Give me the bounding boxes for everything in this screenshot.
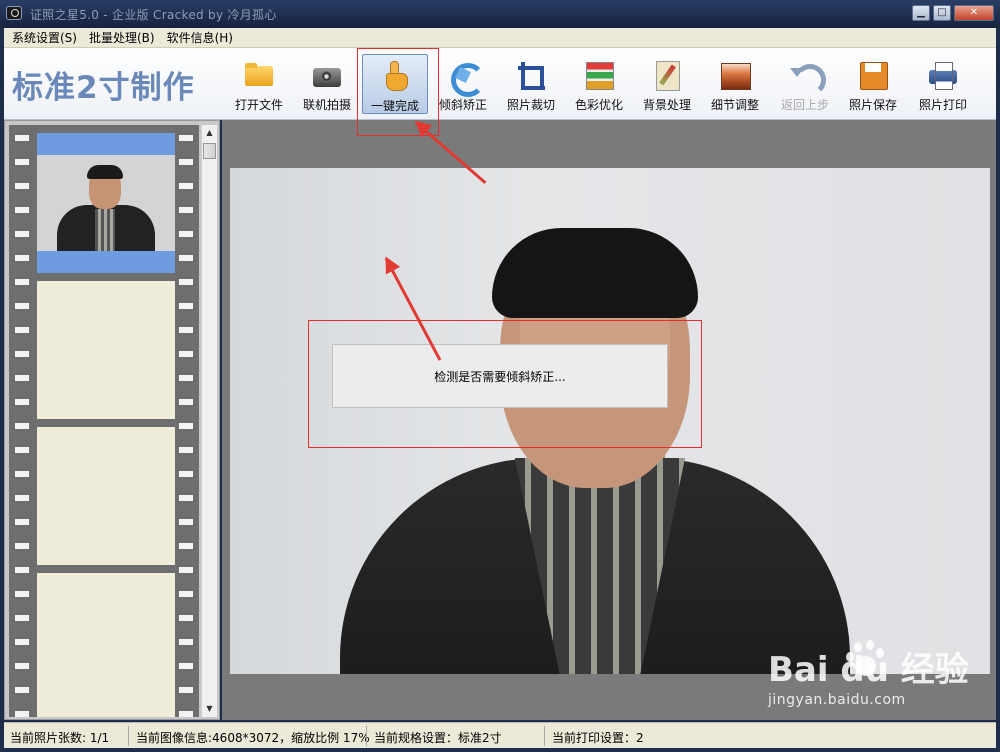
save-photo-button[interactable]: 照片保存	[840, 54, 906, 114]
close-button[interactable]: ✕	[954, 5, 994, 21]
status-divider	[366, 726, 367, 746]
menu-system-settings[interactable]: 系统设置(S)	[12, 29, 77, 46]
photo-thumbnail[interactable]	[37, 155, 175, 251]
photo-hair	[492, 228, 698, 318]
photo-workspace: 检测是否需要倾斜矫正...	[222, 120, 996, 720]
scroll-down-icon[interactable]: ▼	[202, 701, 217, 717]
brand-title: 标准2寸制作	[12, 70, 195, 106]
minimize-button[interactable]: ▁	[912, 5, 930, 21]
film-strip	[9, 125, 199, 717]
camera-capture-label: 联机拍摄	[302, 98, 351, 112]
detail-adjust-label: 细节调整	[710, 98, 759, 112]
film-perforations-left	[15, 125, 29, 717]
baidu-jingyan-watermark: Bai du 经验 jingyan.baidu.com	[760, 640, 996, 720]
brush-icon	[652, 60, 682, 91]
thumbnail-frame-empty[interactable]	[37, 573, 175, 717]
window-title: 证照之星5.0 - 企业版 Cracked by 冷月孤心	[30, 8, 277, 22]
save-photo-label: 照片保存	[848, 98, 897, 112]
status-bar: 当前照片张数: 1/1 当前图像信息:4608*3072，缩放比例 17% 当前…	[4, 722, 996, 748]
thumbnail-shirt	[95, 209, 115, 251]
thumbnail-hair	[87, 165, 123, 179]
rotate-icon	[448, 60, 485, 97]
menu-software-info[interactable]: 软件信息(H)	[167, 29, 233, 46]
menu-bar: 系统设置(S) 批量处理(B) 软件信息(H)	[4, 28, 996, 48]
open-file-label: 打开文件	[234, 98, 283, 112]
background-process-button[interactable]: 背景处理	[634, 54, 700, 114]
folder-icon	[244, 60, 274, 90]
detail-adjust-button[interactable]: 细节调整	[702, 54, 768, 114]
camera-capture-button[interactable]: 联机拍摄	[294, 54, 360, 114]
color-bars-icon	[584, 60, 614, 90]
camera-icon	[312, 60, 342, 90]
status-print-setting: 当前打印设置：2	[552, 731, 644, 745]
app-camera-icon	[6, 6, 22, 20]
print-photo-label: 照片打印	[918, 98, 967, 112]
watermark-url: jingyan.baidu.com	[768, 692, 906, 708]
tilt-correction-button[interactable]: 倾斜矫正	[430, 54, 496, 114]
toolbar: 标准2寸制作 打开文件 联机拍摄 一键完成 倾斜矫正 照片裁切 色彩优化 背景处…	[4, 48, 996, 120]
thumbnail-frame-empty[interactable]	[37, 427, 175, 565]
histogram-icon	[720, 60, 751, 90]
watermark-brand: Bai du 经验	[768, 650, 969, 690]
thumbnail-panel: ▲ ▼	[4, 120, 220, 720]
progress-dialog: 检测是否需要倾斜矫正...	[332, 344, 668, 408]
window-controls: ▁ □ ✕	[912, 5, 994, 21]
status-divider	[544, 726, 545, 746]
title-bar: 证照之星5.0 - 企业版 Cracked by 冷月孤心 ▁ □ ✕	[0, 0, 1000, 28]
crop-icon	[516, 60, 546, 90]
tilt-correction-label: 倾斜矫正	[438, 98, 487, 112]
film-perforations-right	[179, 125, 193, 717]
thumbnail-scrollbar[interactable]: ▲ ▼	[201, 125, 217, 717]
scroll-up-icon[interactable]: ▲	[202, 125, 217, 141]
color-optimize-button[interactable]: 色彩优化	[566, 54, 632, 114]
dialog-message: 检测是否需要倾斜矫正...	[434, 370, 566, 384]
background-process-label: 背景处理	[642, 98, 691, 112]
thumbnail-frame-selected[interactable]	[37, 133, 175, 273]
status-spec-setting: 当前规格设置：标准2寸	[374, 731, 502, 745]
color-optimize-label: 色彩优化	[574, 98, 623, 112]
open-file-button[interactable]: 打开文件	[226, 54, 292, 114]
undo-button[interactable]: 返回上步	[772, 54, 838, 114]
scrollbar-thumb[interactable]	[203, 143, 216, 159]
status-image-info: 当前图像信息:4608*3072，缩放比例 17%	[136, 731, 370, 745]
undo-icon	[790, 60, 826, 96]
floppy-save-icon	[858, 60, 888, 90]
photo-crop-label: 照片裁切	[506, 98, 555, 112]
status-photo-count: 当前照片张数: 1/1	[10, 731, 110, 745]
photo-crop-button[interactable]: 照片裁切	[498, 54, 564, 114]
menu-batch-process[interactable]: 批量处理(B)	[89, 29, 155, 46]
print-photo-button[interactable]: 照片打印	[910, 54, 976, 114]
printer-icon	[928, 60, 958, 90]
maximize-button[interactable]: □	[933, 5, 951, 21]
thumbnail-frame-empty[interactable]	[37, 281, 175, 419]
undo-label: 返回上步	[780, 98, 829, 112]
status-divider	[128, 726, 129, 746]
